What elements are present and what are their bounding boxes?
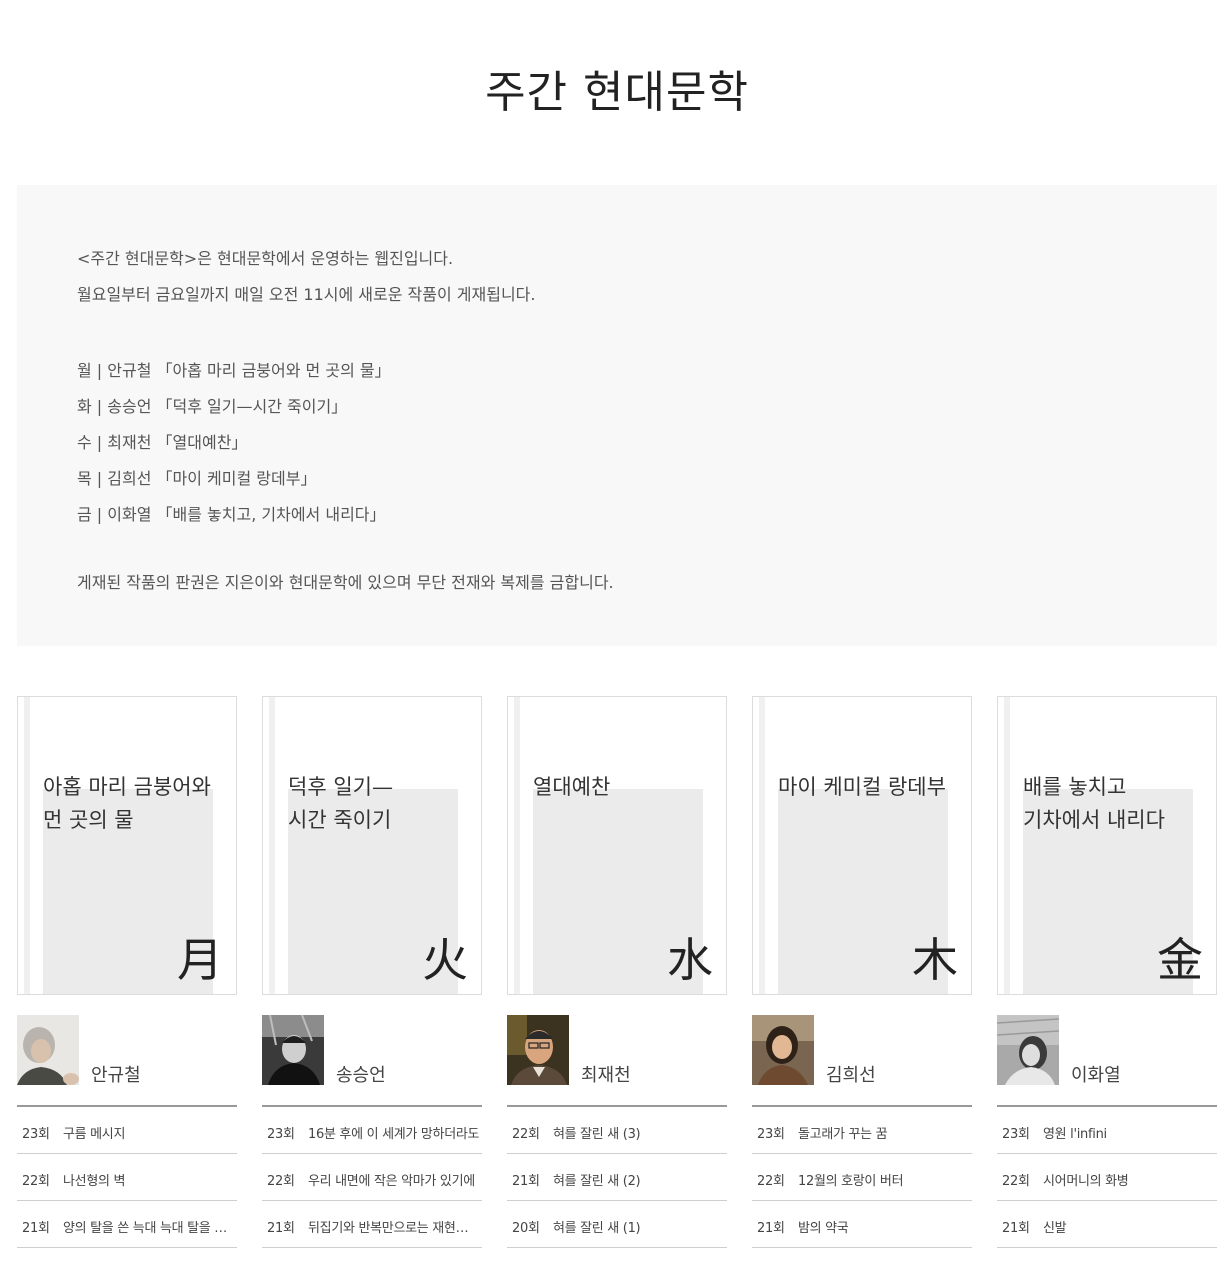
episode-number: 21회	[1002, 1221, 1030, 1236]
schedule-item-mon: 월 | 안규철 「아홉 마리 금붕어와 먼 곳의 물」	[77, 361, 391, 380]
episode-list: 23회 돌고래가 꾸는 꿈 22회 12월의 호랑이 버터 21회 밤의 약국	[752, 1105, 972, 1248]
episode-list: 23회 16분 후에 이 세계가 망하더라도 22회 우리 내면에 작은 악마가…	[262, 1105, 482, 1248]
episode-item[interactable]: 23회 영원 l'infini	[997, 1107, 1217, 1154]
schedule-item-wed: 수 | 최재천 「열대예찬」	[77, 433, 248, 452]
episode-item[interactable]: 21회 뒤집기와 반복만으로는 재현할 수 없는	[262, 1201, 482, 1248]
author-info[interactable]: 최재천	[507, 1015, 727, 1086]
series-card[interactable]: 마이 케미컬 랑데부 木	[752, 696, 972, 995]
episode-list: 22회 혀를 잘린 새 (3) 21회 혀를 잘린 새 (2) 20회 혀를 잘…	[507, 1105, 727, 1248]
author-avatar	[752, 1015, 814, 1085]
author-info[interactable]: 이화열	[997, 1015, 1217, 1086]
author-avatar	[507, 1015, 569, 1085]
episode-title: 영원 l'infini	[1043, 1127, 1107, 1142]
episode-number: 23회	[22, 1127, 50, 1142]
author-name: 송승언	[336, 1065, 386, 1086]
episode-number: 22회	[267, 1174, 295, 1189]
series-title: 배를 놓치고 기차에서 내리다	[1023, 775, 1165, 832]
episode-title: 신발	[1043, 1221, 1067, 1236]
series-title: 마이 케미컬 랑데부	[778, 775, 946, 799]
series-card[interactable]: 덕후 일기— 시간 죽이기 火	[262, 696, 482, 995]
author-info[interactable]: 송승언	[262, 1015, 482, 1086]
episode-title: 혀를 잘린 새 (1)	[553, 1221, 641, 1236]
episode-number: 21회	[267, 1221, 295, 1236]
card-spine	[759, 697, 765, 994]
episode-number: 21회	[22, 1221, 50, 1236]
episode-title: 16분 후에 이 세계가 망하더라도	[308, 1127, 480, 1142]
schedule-item-thu: 목 | 김희선 「마이 케미컬 랑데부」	[77, 469, 317, 488]
author-name: 안규철	[91, 1065, 141, 1086]
author-avatar	[262, 1015, 324, 1085]
card-spine	[24, 697, 30, 994]
author-avatar	[997, 1015, 1059, 1085]
episode-number: 23회	[757, 1127, 785, 1142]
episode-title: 뒤집기와 반복만으로는 재현할 수 없는	[308, 1221, 480, 1236]
episode-number: 22회	[1002, 1174, 1030, 1189]
episode-number: 22회	[512, 1127, 540, 1142]
episode-item[interactable]: 21회 신발	[997, 1201, 1217, 1248]
episode-number: 22회	[757, 1174, 785, 1189]
episode-title: 시어머니의 화병	[1043, 1174, 1129, 1189]
episode-item[interactable]: 22회 우리 내면에 작은 악마가 있기에	[262, 1154, 482, 1201]
episode-number: 21회	[757, 1221, 785, 1236]
intro-schedule-note: 월요일부터 금요일까지 매일 오전 11시에 새로운 작품이 게재됩니다.	[77, 285, 536, 304]
schedule-item-tue: 화 | 송승언 「덕후 일기—시간 죽이기」	[77, 397, 348, 416]
author-info[interactable]: 김희선	[752, 1015, 972, 1086]
episode-number: 20회	[512, 1221, 540, 1236]
day-character: 火	[422, 933, 468, 987]
episode-item[interactable]: 21회 양의 탈을 쓴 늑대 늑대 탈을 쓴 양	[17, 1201, 237, 1248]
episode-title: 나선형의 벽	[63, 1174, 126, 1189]
series-card[interactable]: 아홉 마리 금붕어와 먼 곳의 물 月	[17, 696, 237, 995]
episode-list: 23회 구름 메시지 22회 나선형의 벽 21회 양의 탈을 쓴 늑대 늑대 …	[17, 1105, 237, 1248]
page-title: 주간 현대문학	[485, 67, 749, 118]
copyright-notice: 게재된 작품의 판권은 지은이와 현대문학에 있으며 무단 전재와 복제를 금합…	[77, 573, 614, 592]
intro-box: <주간 현대문학>은 현대문학에서 운영하는 웹진입니다. 월요일부터 금요일까…	[17, 185, 1217, 646]
episode-item[interactable]: 23회 16분 후에 이 세계가 망하더라도	[262, 1107, 482, 1154]
episode-number: 23회	[267, 1127, 295, 1142]
card-spine	[269, 697, 275, 994]
intro-description: <주간 현대문학>은 현대문학에서 운영하는 웹진입니다.	[77, 249, 454, 268]
episode-title: 양의 탈을 쓴 늑대 늑대 탈을 쓴 양	[63, 1221, 235, 1236]
author-name: 이화열	[1071, 1065, 1121, 1086]
series-card[interactable]: 배를 놓치고 기차에서 내리다 金	[997, 696, 1217, 995]
episode-title: 구름 메시지	[63, 1127, 126, 1142]
episode-item[interactable]: 22회 12월의 호랑이 버터	[752, 1154, 972, 1201]
series-title: 열대예찬	[533, 775, 611, 799]
schedule-item-fri: 금 | 이화열 「배를 놓치고, 기차에서 내리다」	[77, 505, 386, 524]
author-avatar	[17, 1015, 79, 1085]
episode-title: 혀를 잘린 새 (2)	[553, 1174, 641, 1189]
episode-title: 우리 내면에 작은 악마가 있기에	[308, 1174, 475, 1189]
episode-item[interactable]: 21회 밤의 약국	[752, 1201, 972, 1248]
episode-list: 23회 영원 l'infini 22회 시어머니의 화병 21회 신발	[997, 1105, 1217, 1248]
series-card[interactable]: 열대예찬 水	[507, 696, 727, 995]
card-spine	[1004, 697, 1010, 994]
day-character: 水	[667, 933, 713, 987]
episode-item[interactable]: 21회 혀를 잘린 새 (2)	[507, 1154, 727, 1201]
episode-item[interactable]: 23회 돌고래가 꾸는 꿈	[752, 1107, 972, 1154]
episode-item[interactable]: 20회 혀를 잘린 새 (1)	[507, 1201, 727, 1248]
episode-item[interactable]: 22회 시어머니의 화병	[997, 1154, 1217, 1201]
episode-title: 혀를 잘린 새 (3)	[553, 1127, 641, 1142]
episode-title: 밤의 약국	[798, 1221, 849, 1236]
episode-number: 21회	[512, 1174, 540, 1189]
series-title: 아홉 마리 금붕어와 먼 곳의 물	[43, 775, 211, 832]
author-name: 김희선	[826, 1065, 876, 1086]
episode-item[interactable]: 22회 혀를 잘린 새 (3)	[507, 1107, 727, 1154]
episode-number: 22회	[22, 1174, 50, 1189]
episode-item[interactable]: 22회 나선형의 벽	[17, 1154, 237, 1201]
card-spine	[514, 697, 520, 994]
day-character: 金	[1157, 933, 1203, 987]
author-info[interactable]: 안규철	[17, 1015, 237, 1086]
episode-title: 12월의 호랑이 버터	[798, 1174, 904, 1189]
episode-title: 돌고래가 꾸는 꿈	[798, 1127, 888, 1142]
day-character: 木	[912, 933, 958, 987]
weekly-schedule: 월 | 안규철 「아홉 마리 금붕어와 먼 곳의 물」 화 | 송승언 「덕후 …	[77, 353, 391, 533]
episode-item[interactable]: 23회 구름 메시지	[17, 1107, 237, 1154]
series-title: 덕후 일기— 시간 죽이기	[288, 775, 393, 832]
day-character: 月	[177, 933, 223, 987]
episode-number: 23회	[1002, 1127, 1030, 1142]
author-name: 최재천	[581, 1065, 631, 1086]
